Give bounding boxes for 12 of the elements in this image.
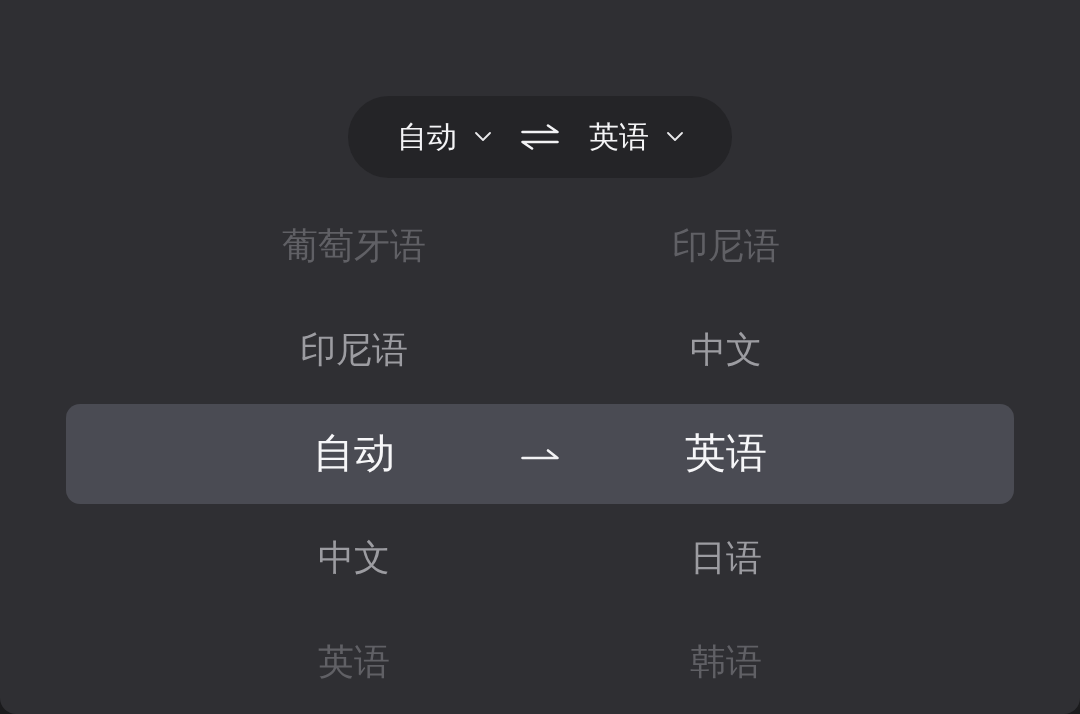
swap-button[interactable] xyxy=(521,124,559,150)
target-language-option[interactable]: 英语 xyxy=(685,431,767,477)
source-language-option[interactable]: 中文 xyxy=(318,538,390,578)
chevron-down-icon xyxy=(475,132,491,142)
source-language-button[interactable]: 自动 xyxy=(397,122,491,152)
chevron-down-icon xyxy=(667,132,683,142)
target-language-option[interactable]: 日语 xyxy=(690,538,762,578)
swap-icon xyxy=(521,124,559,150)
source-language-option[interactable]: 自动 xyxy=(313,431,395,477)
target-language-option[interactable]: 中文 xyxy=(690,330,762,370)
target-language-button[interactable]: 英语 xyxy=(589,122,683,152)
source-language-option[interactable]: 印尼语 xyxy=(300,330,408,370)
